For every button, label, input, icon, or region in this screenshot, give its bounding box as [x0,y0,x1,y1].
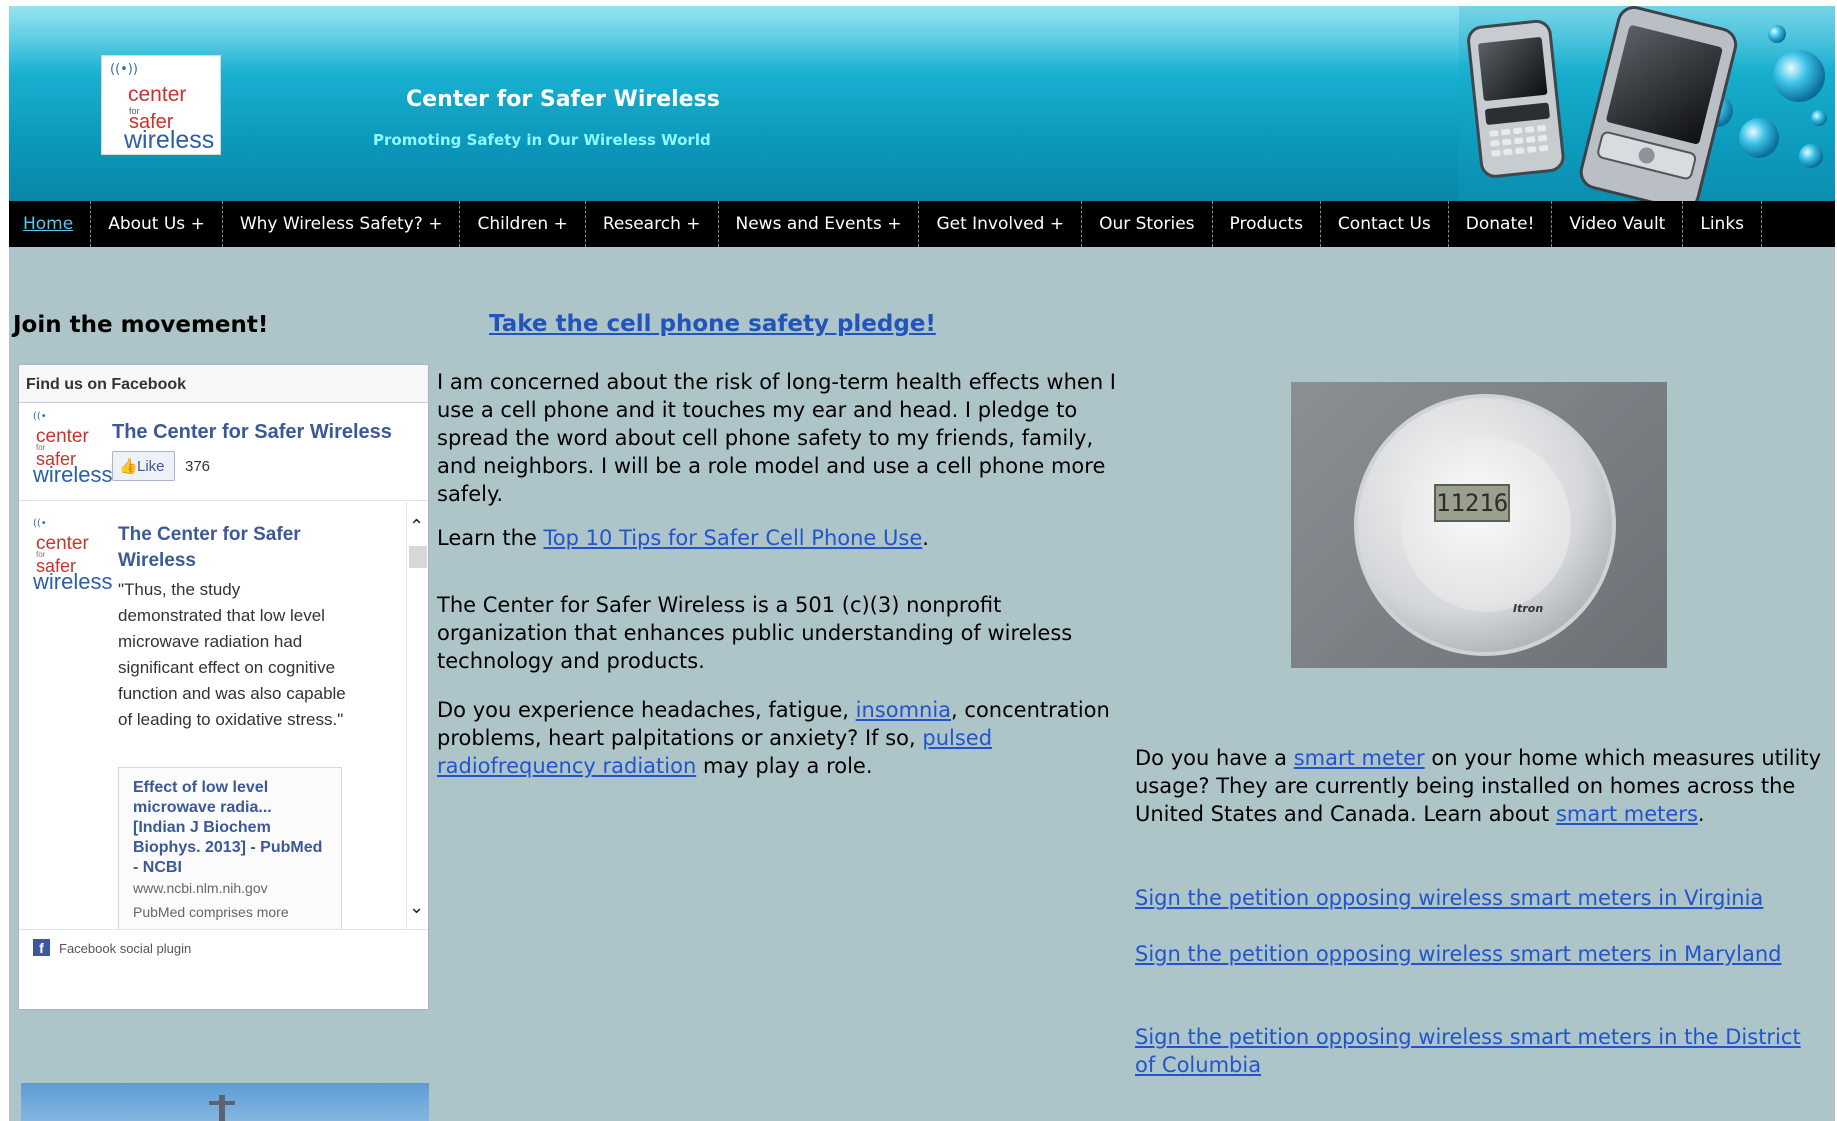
nav-item-about-us[interactable]: About Us + [91,201,223,247]
logo-word-center: center [128,83,187,106]
nav-item-contact-us[interactable]: Contact Us [1321,201,1449,247]
facebook-page-summary: ((• center for safer wireless The Center… [19,403,428,501]
symptoms-suffix: may play a role. [696,754,873,778]
post-author-name[interactable]: The Center for Safer Wireless [118,522,338,574]
facebook-widget: Find us on Facebook ((• center for safer… [18,364,429,1010]
meter-brand: Itron [1513,602,1544,615]
about-paragraph: The Center for Safer Wireless is a 501 (… [437,593,1073,673]
nav-item-research[interactable]: Research + [586,201,719,247]
meter-display: 11216 [1434,484,1510,522]
top-10-tips-link[interactable]: Top 10 Tips for Safer Cell Phone Use [544,526,923,550]
facebook-widget-footer: f Facebook social plugin [19,929,428,967]
cell-tower-image [21,1083,429,1121]
smart-meter-link[interactable]: smart meter [1294,746,1425,770]
smart-meter-paragraph: Do you have a smart meter on your home w… [1135,744,1825,828]
chevron-down-icon[interactable]: ⌄ [409,897,424,918]
post-link-card[interactable]: Effect of low level microwave radia... [… [118,767,342,929]
petition-virginia-link[interactable]: Sign the petition opposing wireless smar… [1135,884,1825,912]
facebook-feed[interactable]: ((• center for safer wireless The Center… [19,502,428,929]
petition-maryland-link[interactable]: Sign the petition opposing wireless smar… [1135,940,1825,968]
avatar-word-wireless: wireless [33,462,113,487]
facebook-icon: f [33,939,50,956]
petition-dc-link[interactable]: Sign the petition opposing wireless smar… [1135,1023,1825,1079]
smart-suffix: . [1697,802,1705,826]
facebook-page-name[interactable]: The Center for Safer Wireless [112,421,392,444]
page-avatar[interactable]: ((• center for safer wireless [31,411,112,489]
wifi-signal-icon: ((•)) [110,62,138,77]
scrollbar-thumb[interactable] [409,546,427,568]
symptoms-prefix: Do you experience headaches, fatigue, [437,698,856,722]
like-label: Like [137,458,165,475]
pledge-text: I am concerned about the risk of long-te… [437,370,1116,506]
post-text: "Thus, the study demonstrated that low l… [118,580,346,729]
tips-paragraph: Learn the Top 10 Tips for Safer Cell Pho… [437,524,1137,552]
like-count: 376 [185,458,211,475]
site-tagline: Promoting Safety in Our Wireless World [373,131,711,149]
link-card-description: PubMed comprises more [133,904,289,920]
nav-item-home[interactable]: Home [9,201,92,247]
site-title[interactable]: Center for Safer Wireless [406,87,720,112]
chevron-up-icon[interactable]: ⌃ [409,516,424,537]
symptoms-paragraph: Do you experience headaches, fatigue, in… [437,696,1137,780]
nav-item-children[interactable]: Children + [460,201,586,247]
site-header: ((•)) center for safer wireless Center f… [9,6,1835,201]
smart-meters-link[interactable]: smart meters [1556,802,1698,826]
nav-item-products[interactable]: Products [1213,201,1321,247]
smartphones-banner-image [1459,6,1835,201]
logo-word-wireless: wireless [124,126,215,154]
tips-suffix: . [922,526,929,550]
nav-item-our-stories[interactable]: Our Stories [1082,201,1213,247]
join-movement-heading: Join the movement! [13,312,269,338]
tower-mast [219,1095,225,1121]
link-card-domain: www.ncbi.nlm.nih.gov [133,880,268,896]
tips-prefix: Learn the [437,526,544,550]
smart-prefix: Do you have a [1135,746,1294,770]
meter-face [1401,437,1571,612]
social-plugin-label[interactable]: Facebook social plugin [59,941,191,956]
tower-antenna-arm [209,1101,235,1105]
site-logo[interactable]: ((•)) center for safer wireless [101,55,221,155]
post-avatar[interactable]: ((• center for safer wireless [31,518,112,596]
page-wrapper: ((•)) center for safer wireless Center f… [9,6,1835,1121]
thumbs-up-icon: 👍 [119,458,138,475]
nav-item-news-and-events[interactable]: News and Events + [719,201,920,247]
insomnia-link[interactable]: insomnia [856,698,951,722]
nav-item-why-wireless-safety[interactable]: Why Wireless Safety? + [223,201,461,247]
nav-item-links[interactable]: Links [1683,201,1763,247]
feed-scrollbar[interactable]: ⌃ ⌄ [406,502,428,929]
wifi-signal-icon: ((• [33,518,47,529]
facebook-widget-header[interactable]: Find us on Facebook [19,365,428,403]
pledge-link[interactable]: Take the cell phone safety pledge! [489,311,936,337]
nav-item-video-vault[interactable]: Video Vault [1552,201,1684,247]
main-nav: Home About Us + Why Wireless Safety? + C… [9,201,1835,247]
avatar-word-wireless: wireless [33,569,113,594]
nav-item-get-involved[interactable]: Get Involved + [919,201,1083,247]
nav-item-donate[interactable]: Donate! [1449,201,1553,247]
smart-meter-image: 11216 Itron [1291,382,1667,668]
like-button[interactable]: 👍 Like [112,451,175,481]
link-card-title[interactable]: Effect of low level microwave radia... [… [133,778,327,878]
wifi-signal-icon: ((• [33,411,47,422]
